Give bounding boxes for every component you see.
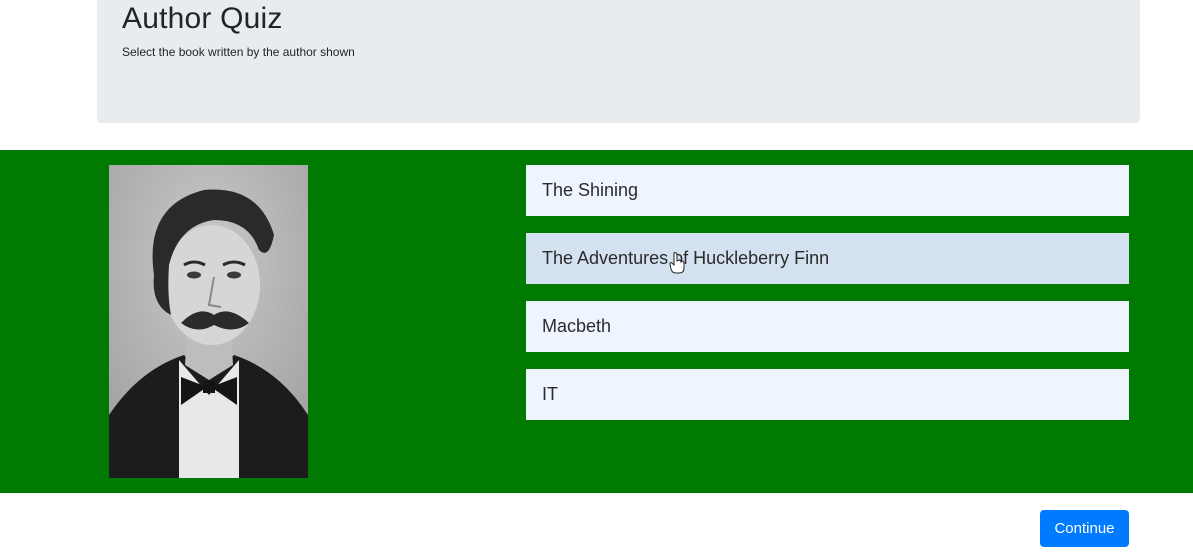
author-image bbox=[109, 165, 308, 478]
hand-pointer-icon bbox=[669, 252, 685, 274]
continue-button[interactable]: Continue bbox=[1040, 510, 1129, 547]
answer-option[interactable]: IT bbox=[526, 369, 1129, 420]
answer-label: The Adventures of Huckleberry Finn bbox=[542, 248, 830, 268]
answer-label: IT bbox=[542, 384, 558, 404]
author-portrait-icon bbox=[109, 165, 308, 478]
answer-label: Macbeth bbox=[542, 316, 612, 336]
answer-option[interactable]: The Shining bbox=[526, 165, 1129, 216]
answer-list: The Shining The Adventures of Huckleberr… bbox=[526, 165, 1129, 437]
quiz-turn: The Shining The Adventures of Huckleberr… bbox=[0, 150, 1193, 493]
page-title: Author Quiz bbox=[122, 2, 283, 35]
header-jumbotron: Author Quiz Select the book written by t… bbox=[97, 0, 1140, 123]
answer-option[interactable]: The Adventures of Huckleberry Finn bbox=[526, 233, 1129, 284]
answer-label: The Shining bbox=[542, 180, 639, 200]
page-subtitle: Select the book written by the author sh… bbox=[122, 45, 355, 59]
answer-option[interactable]: Macbeth bbox=[526, 301, 1129, 352]
